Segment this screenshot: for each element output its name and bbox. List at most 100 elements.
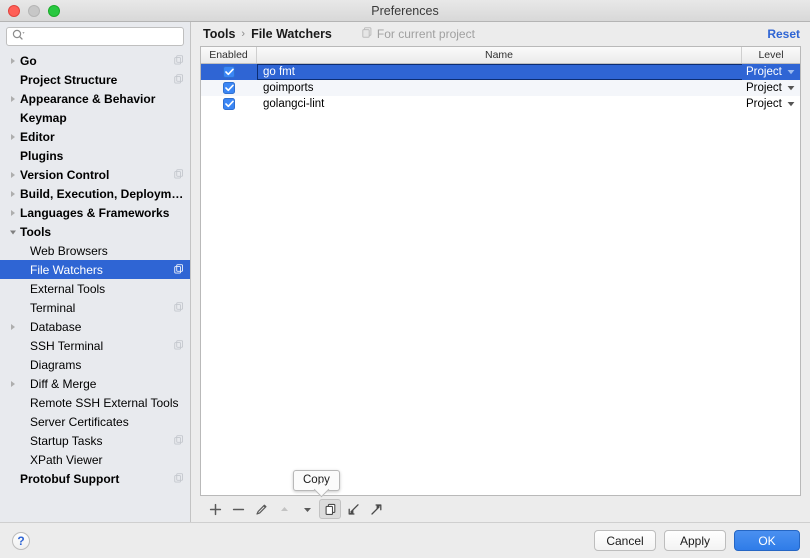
close-button-icon[interactable] (8, 5, 20, 17)
sidebar-item-remote-ssh-external-tools[interactable]: Remote SSH External Tools (0, 393, 190, 412)
checkbox-checked-icon[interactable] (223, 98, 235, 110)
sidebar-item-protobuf-support[interactable]: Protobuf Support (0, 469, 190, 488)
settings-sidebar: Go Project Structure Appearance & Behavior… (0, 22, 191, 522)
sidebar-item-label: Diff & Merge (30, 377, 184, 391)
project-scope-icon (174, 472, 184, 486)
watcher-name-cell[interactable]: goimports (257, 80, 742, 96)
sidebar-item-label: Editor (20, 130, 184, 144)
move-down-button[interactable] (296, 499, 318, 519)
chevron-down-icon[interactable] (6, 228, 20, 236)
sidebar-item-terminal[interactable]: Terminal (0, 298, 190, 317)
sidebar-item-web-browsers[interactable]: Web Browsers (0, 241, 190, 260)
arrow-in-icon (347, 503, 360, 516)
table-row[interactable]: go fmtProject (201, 64, 800, 80)
sidebar-item-label: Version Control (20, 168, 174, 182)
preferences-window: Preferences GoProject StructureAppear (0, 0, 810, 558)
table-row[interactable]: goimports Project (201, 80, 800, 96)
sidebar-item-server-certificates[interactable]: Server Certificates (0, 412, 190, 431)
level-value: Project (746, 98, 782, 110)
level-cell[interactable]: Project (742, 96, 800, 112)
cancel-button[interactable]: Cancel (594, 530, 656, 551)
chevron-right-icon[interactable] (6, 190, 20, 198)
chevron-right-icon[interactable] (6, 380, 20, 388)
chevron-right-icon[interactable] (6, 95, 20, 103)
level-cell[interactable]: Project (742, 80, 800, 96)
checkbox-checked-icon[interactable] (223, 66, 235, 78)
zoom-button-icon[interactable] (48, 5, 60, 17)
sidebar-item-label: Appearance & Behavior (20, 92, 184, 106)
level-cell[interactable]: Project (742, 64, 800, 80)
enabled-checkbox-cell[interactable] (201, 80, 257, 96)
export-button[interactable] (365, 499, 387, 519)
sidebar-item-go[interactable]: Go (0, 51, 190, 70)
chevron-right-icon[interactable] (6, 171, 20, 179)
sidebar-item-version-control[interactable]: Version Control (0, 165, 190, 184)
help-button[interactable]: ? (12, 532, 30, 550)
project-scope-icon (174, 54, 184, 68)
sidebar-item-editor[interactable]: Editor (0, 127, 190, 146)
sidebar-item-label: Languages & Frameworks (20, 206, 184, 220)
chevron-right-icon[interactable] (6, 209, 20, 217)
sidebar-item-xpath-viewer[interactable]: XPath Viewer (0, 450, 190, 469)
table-body[interactable]: go fmtProjectgoimportsProjectgolangci-li… (201, 64, 800, 495)
sidebar-item-external-tools[interactable]: External Tools (0, 279, 190, 298)
ok-button[interactable]: OK (734, 530, 800, 551)
apply-button[interactable]: Apply (664, 530, 726, 551)
column-header-name[interactable]: Name (257, 47, 742, 63)
sidebar-search-container (0, 22, 190, 50)
edit-button[interactable] (250, 499, 272, 519)
sidebar-item-build-execution-deployment[interactable]: Build, Execution, Deployment (0, 184, 190, 203)
chevron-right-icon[interactable] (6, 133, 20, 141)
sidebar-item-languages-frameworks[interactable]: Languages & Frameworks (0, 203, 190, 222)
sidebar-item-file-watchers[interactable]: File Watchers (0, 260, 190, 279)
reset-link[interactable]: Reset (767, 27, 800, 41)
sidebar-item-ssh-terminal[interactable]: SSH Terminal (0, 336, 190, 355)
table-row[interactable]: golangci-lint Project (201, 96, 800, 112)
minimize-button-icon[interactable] (28, 5, 40, 17)
search-box[interactable] (6, 27, 184, 46)
project-scope-icon (174, 73, 184, 87)
chevron-right-icon[interactable] (6, 323, 20, 331)
search-input[interactable] (28, 28, 178, 45)
sidebar-item-plugins[interactable]: Plugins (0, 146, 190, 165)
remove-button[interactable] (227, 499, 249, 519)
sidebar-item-label: XPath Viewer (30, 453, 184, 467)
copy-button[interactable] (319, 499, 341, 519)
column-header-enabled[interactable]: Enabled (201, 47, 257, 63)
sidebar-item-database[interactable]: Database (0, 317, 190, 336)
sidebar-item-tools[interactable]: Tools (0, 222, 190, 241)
sidebar-item-diagrams[interactable]: Diagrams (0, 355, 190, 374)
project-scope-icon (174, 263, 184, 277)
watcher-name-cell[interactable]: go fmt (257, 64, 742, 80)
checkbox-checked-icon[interactable] (223, 82, 235, 94)
enabled-checkbox-cell[interactable] (201, 64, 257, 80)
chevron-right-icon[interactable] (6, 57, 20, 65)
chevron-down-icon[interactable] (787, 82, 795, 94)
chevron-down-icon[interactable] (787, 66, 795, 78)
move-up-button[interactable] (273, 499, 295, 519)
add-button[interactable] (204, 499, 226, 519)
plus-icon (209, 503, 222, 516)
caret-down-icon (301, 503, 314, 516)
level-value: Project (746, 82, 782, 94)
breadcrumb: Tools › File Watchers For current projec… (191, 22, 810, 46)
scope-label: For current project (377, 27, 475, 41)
enabled-checkbox-cell[interactable] (201, 96, 257, 112)
sidebar-item-diff-merge[interactable]: Diff & Merge (0, 374, 190, 393)
settings-tree[interactable]: Go Project Structure Appearance & Behavior… (0, 50, 190, 522)
watcher-name-cell[interactable]: golangci-lint (257, 96, 742, 112)
dialog-body: Go Project Structure Appearance & Behavior… (0, 22, 810, 522)
sidebar-item-label: Go (20, 54, 174, 68)
sidebar-item-keymap[interactable]: Keymap (0, 108, 190, 127)
breadcrumb-root[interactable]: Tools (203, 27, 235, 41)
chevron-down-icon[interactable] (787, 98, 795, 110)
column-header-level[interactable]: Level (742, 47, 800, 63)
dialog-buttons: Cancel Apply OK (594, 530, 800, 551)
sidebar-item-appearance-behavior[interactable]: Appearance & Behavior (0, 89, 190, 108)
window-title: Preferences (0, 0, 810, 22)
sidebar-item-label: File Watchers (30, 263, 174, 277)
sidebar-item-startup-tasks[interactable]: Startup Tasks (0, 431, 190, 450)
sidebar-item-label: Tools (20, 225, 184, 239)
sidebar-item-project-structure[interactable]: Project Structure (0, 70, 190, 89)
import-button[interactable] (342, 499, 364, 519)
